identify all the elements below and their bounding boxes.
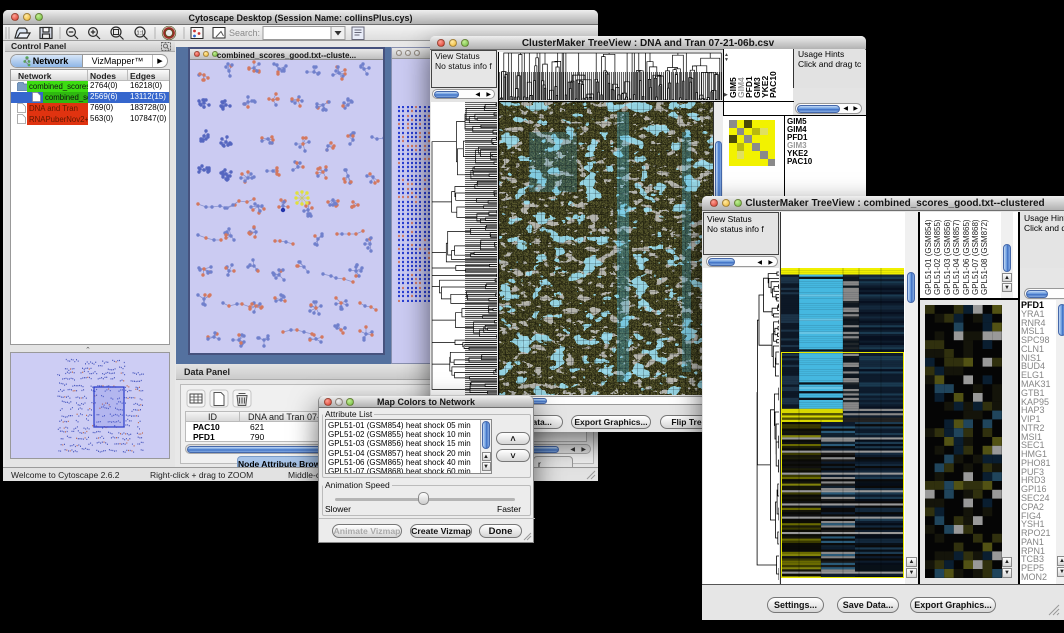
svg-text:1:1: 1:1 [137,31,145,37]
svg-text:Search:: Search: [229,28,260,38]
